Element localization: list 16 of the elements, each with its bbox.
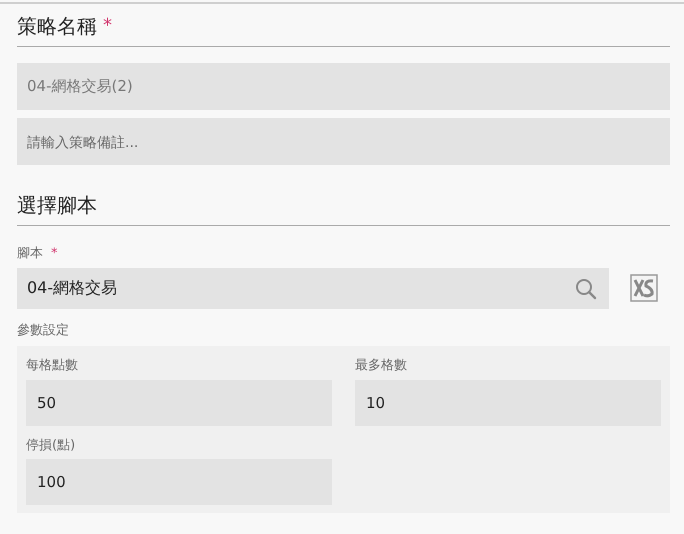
script-editor-icon[interactable] — [630, 274, 658, 302]
search-icon[interactable] — [575, 278, 597, 300]
parameter-field[interactable]: 50 — [26, 380, 332, 426]
required-mark: * — [51, 245, 58, 263]
note-field[interactable]: 請輸入策略備註... — [17, 118, 670, 165]
script-search-field[interactable]: 04-網格交易 — [17, 268, 609, 308]
field-label: 腳本 — [17, 245, 43, 263]
section-heading: 策略名稱 — [17, 13, 97, 40]
parameter-field[interactable]: 100 — [26, 459, 332, 505]
parameter-field[interactable]: 10 — [355, 380, 661, 426]
field-label: 停損(點) — [26, 436, 76, 454]
field-label: 最多格數 — [355, 357, 408, 375]
required-mark: * — [103, 14, 112, 38]
field-label: 參數設定 — [17, 322, 70, 340]
field-label: 每格點數 — [26, 357, 79, 375]
section-heading: 選擇腳本 — [17, 192, 97, 219]
